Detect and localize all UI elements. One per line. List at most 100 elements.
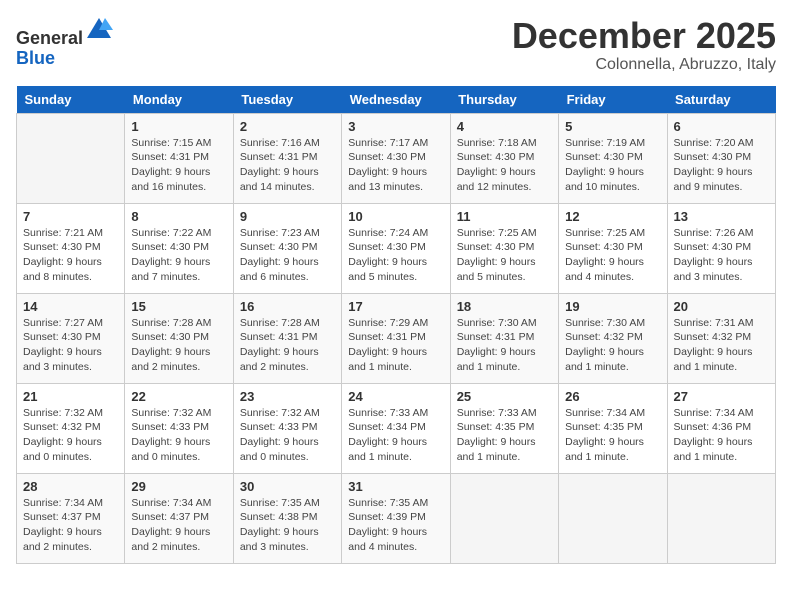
title-block: December 2025 Colonnella, Abruzzo, Italy [512, 16, 776, 74]
day-info: Sunrise: 7:26 AM Sunset: 4:30 PM Dayligh… [674, 226, 769, 285]
day-number: 10 [348, 209, 443, 224]
calendar-cell: 24 Sunrise: 7:33 AM Sunset: 4:34 PM Dayli… [342, 383, 450, 473]
day-number: 31 [348, 479, 443, 494]
month-title: December 2025 [512, 16, 776, 56]
day-info: Sunrise: 7:34 AM Sunset: 4:36 PM Dayligh… [674, 406, 769, 465]
day-info: Sunrise: 7:24 AM Sunset: 4:30 PM Dayligh… [348, 226, 443, 285]
header-day-monday: Monday [125, 86, 233, 114]
calendar-cell [17, 113, 125, 203]
day-number: 6 [674, 119, 769, 134]
day-info: Sunrise: 7:34 AM Sunset: 4:37 PM Dayligh… [23, 496, 118, 555]
day-number: 3 [348, 119, 443, 134]
header-day-friday: Friday [559, 86, 667, 114]
day-number: 29 [131, 479, 226, 494]
calendar-cell: 11 Sunrise: 7:25 AM Sunset: 4:30 PM Dayli… [450, 203, 558, 293]
calendar-cell: 14 Sunrise: 7:27 AM Sunset: 4:30 PM Dayli… [17, 293, 125, 383]
day-number: 12 [565, 209, 660, 224]
day-number: 28 [23, 479, 118, 494]
day-info: Sunrise: 7:23 AM Sunset: 4:30 PM Dayligh… [240, 226, 335, 285]
day-info: Sunrise: 7:22 AM Sunset: 4:30 PM Dayligh… [131, 226, 226, 285]
day-number: 11 [457, 209, 552, 224]
day-number: 7 [23, 209, 118, 224]
day-info: Sunrise: 7:27 AM Sunset: 4:30 PM Dayligh… [23, 316, 118, 375]
calendar-cell: 7Sunrise: 7:21 AM Sunset: 4:30 PM Daylig… [17, 203, 125, 293]
day-info: Sunrise: 7:32 AM Sunset: 4:32 PM Dayligh… [23, 406, 118, 465]
day-info: Sunrise: 7:20 AM Sunset: 4:30 PM Dayligh… [674, 136, 769, 195]
day-info: Sunrise: 7:25 AM Sunset: 4:30 PM Dayligh… [565, 226, 660, 285]
day-number: 17 [348, 299, 443, 314]
calendar-cell: 1 Sunrise: 7:15 AM Sunset: 4:31 PM Daylig… [125, 113, 233, 203]
day-info: Sunrise: 7:15 AM Sunset: 4:31 PM Dayligh… [131, 136, 226, 195]
day-number: 2 [240, 119, 335, 134]
calendar-header-row: SundayMondayTuesdayWednesdayThursdayFrid… [17, 86, 776, 114]
day-number: 22 [131, 389, 226, 404]
calendar-cell: 23Sunrise: 7:32 AM Sunset: 4:33 PM Dayli… [233, 383, 341, 473]
logo-general-text: General [16, 28, 83, 48]
calendar-cell: 30 Sunrise: 7:35 AM Sunset: 4:38 PM Dayli… [233, 473, 341, 563]
calendar-cell: 6 Sunrise: 7:20 AM Sunset: 4:30 PM Daylig… [667, 113, 775, 203]
day-info: Sunrise: 7:33 AM Sunset: 4:34 PM Dayligh… [348, 406, 443, 465]
calendar-cell: 2 Sunrise: 7:16 AM Sunset: 4:31 PM Daylig… [233, 113, 341, 203]
calendar-cell: 22 Sunrise: 7:32 AM Sunset: 4:33 PM Dayli… [125, 383, 233, 473]
page-header: General Blue December 2025 Colonnella, A… [16, 16, 776, 74]
day-info: Sunrise: 7:30 AM Sunset: 4:31 PM Dayligh… [457, 316, 552, 375]
day-number: 27 [674, 389, 769, 404]
day-number: 15 [131, 299, 226, 314]
calendar-cell: 8 Sunrise: 7:22 AM Sunset: 4:30 PM Daylig… [125, 203, 233, 293]
header-day-saturday: Saturday [667, 86, 775, 114]
logo-icon [85, 16, 113, 44]
day-info: Sunrise: 7:19 AM Sunset: 4:30 PM Dayligh… [565, 136, 660, 195]
calendar-cell: 18 Sunrise: 7:30 AM Sunset: 4:31 PM Dayli… [450, 293, 558, 383]
day-number: 23 [240, 389, 335, 404]
calendar-cell: 28 Sunrise: 7:34 AM Sunset: 4:37 PM Dayli… [17, 473, 125, 563]
calendar-cell: 19Sunrise: 7:30 AM Sunset: 4:32 PM Dayli… [559, 293, 667, 383]
calendar-cell: 16 Sunrise: 7:28 AM Sunset: 4:31 PM Dayli… [233, 293, 341, 383]
day-info: Sunrise: 7:16 AM Sunset: 4:31 PM Dayligh… [240, 136, 335, 195]
day-info: Sunrise: 7:34 AM Sunset: 4:37 PM Dayligh… [131, 496, 226, 555]
calendar-week-row: 7Sunrise: 7:21 AM Sunset: 4:30 PM Daylig… [17, 203, 776, 293]
logo: General Blue [16, 16, 113, 69]
day-number: 14 [23, 299, 118, 314]
calendar-cell: 5 Sunrise: 7:19 AM Sunset: 4:30 PM Daylig… [559, 113, 667, 203]
calendar-table: SundayMondayTuesdayWednesdayThursdayFrid… [16, 86, 776, 564]
calendar-cell: 9Sunrise: 7:23 AM Sunset: 4:30 PM Daylig… [233, 203, 341, 293]
location: Colonnella, Abruzzo, Italy [512, 56, 776, 74]
calendar-cell [450, 473, 558, 563]
day-info: Sunrise: 7:29 AM Sunset: 4:31 PM Dayligh… [348, 316, 443, 375]
day-info: Sunrise: 7:25 AM Sunset: 4:30 PM Dayligh… [457, 226, 552, 285]
day-number: 1 [131, 119, 226, 134]
day-number: 18 [457, 299, 552, 314]
day-number: 25 [457, 389, 552, 404]
day-info: Sunrise: 7:31 AM Sunset: 4:32 PM Dayligh… [674, 316, 769, 375]
day-info: Sunrise: 7:34 AM Sunset: 4:35 PM Dayligh… [565, 406, 660, 465]
calendar-cell: 26 Sunrise: 7:34 AM Sunset: 4:35 PM Dayli… [559, 383, 667, 473]
header-day-wednesday: Wednesday [342, 86, 450, 114]
calendar-cell: 27 Sunrise: 7:34 AM Sunset: 4:36 PM Dayli… [667, 383, 775, 473]
day-info: Sunrise: 7:32 AM Sunset: 4:33 PM Dayligh… [131, 406, 226, 465]
day-number: 19 [565, 299, 660, 314]
day-info: Sunrise: 7:35 AM Sunset: 4:38 PM Dayligh… [240, 496, 335, 555]
calendar-week-row: 14 Sunrise: 7:27 AM Sunset: 4:30 PM Dayli… [17, 293, 776, 383]
day-number: 26 [565, 389, 660, 404]
day-info: Sunrise: 7:18 AM Sunset: 4:30 PM Dayligh… [457, 136, 552, 195]
header-day-sunday: Sunday [17, 86, 125, 114]
day-number: 5 [565, 119, 660, 134]
day-number: 13 [674, 209, 769, 224]
calendar-week-row: 28 Sunrise: 7:34 AM Sunset: 4:37 PM Dayli… [17, 473, 776, 563]
day-number: 24 [348, 389, 443, 404]
calendar-cell: 12 Sunrise: 7:25 AM Sunset: 4:30 PM Dayli… [559, 203, 667, 293]
day-info: Sunrise: 7:17 AM Sunset: 4:30 PM Dayligh… [348, 136, 443, 195]
calendar-cell: 10 Sunrise: 7:24 AM Sunset: 4:30 PM Dayli… [342, 203, 450, 293]
calendar-cell: 17 Sunrise: 7:29 AM Sunset: 4:31 PM Dayli… [342, 293, 450, 383]
calendar-cell: 31Sunrise: 7:35 AM Sunset: 4:39 PM Dayli… [342, 473, 450, 563]
calendar-cell: 3 Sunrise: 7:17 AM Sunset: 4:30 PM Daylig… [342, 113, 450, 203]
day-number: 21 [23, 389, 118, 404]
day-number: 30 [240, 479, 335, 494]
calendar-cell: 13 Sunrise: 7:26 AM Sunset: 4:30 PM Dayli… [667, 203, 775, 293]
day-number: 8 [131, 209, 226, 224]
calendar-cell: 25 Sunrise: 7:33 AM Sunset: 4:35 PM Dayli… [450, 383, 558, 473]
day-info: Sunrise: 7:28 AM Sunset: 4:31 PM Dayligh… [240, 316, 335, 375]
day-number: 16 [240, 299, 335, 314]
day-info: Sunrise: 7:33 AM Sunset: 4:35 PM Dayligh… [457, 406, 552, 465]
calendar-body: 1 Sunrise: 7:15 AM Sunset: 4:31 PM Daylig… [17, 113, 776, 563]
